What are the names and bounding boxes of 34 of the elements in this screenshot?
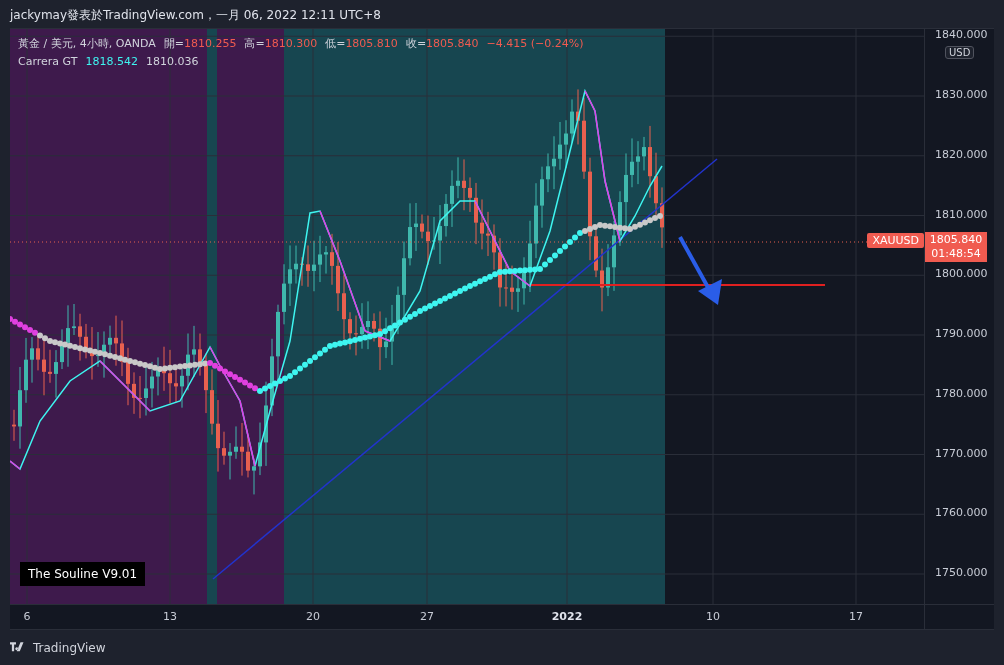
- price-label: 1750.000: [935, 566, 988, 579]
- symbol-tag: XAUUSD: [867, 233, 924, 248]
- price-label: 1790.000: [935, 327, 988, 340]
- price-label: 1830.000: [935, 88, 988, 101]
- date-label: 2022: [551, 610, 583, 623]
- publisher-header: jackymay發表於TradingView.com，一月 06, 2022 12:11 UTC+8: [8, 7, 382, 24]
- date-label: 20: [306, 610, 320, 623]
- price-label: 1800.000: [935, 267, 988, 281]
- price-change: −4.415 (−0.24%): [486, 36, 584, 52]
- currency-label[interactable]: USD: [945, 46, 975, 59]
- symbol-label: 黃金 / 美元, 4小時, OANDA: [18, 36, 156, 52]
- date-label: 6: [23, 610, 31, 623]
- ohlc-value: 低=1805.810: [325, 36, 398, 52]
- price-label: 1810.000: [935, 207, 988, 221]
- price-label: 1820.000: [935, 147, 988, 161]
- ohlc-value: 開=1810.255: [163, 36, 237, 52]
- brand-name: TradingView: [33, 640, 106, 655]
- date-label: 10: [706, 610, 720, 623]
- price-label: 1780.000: [935, 386, 988, 400]
- price-label: 1770.000: [935, 446, 988, 460]
- price-label: 1760.000: [935, 506, 988, 520]
- indicator-name: Carrera GT: [18, 54, 78, 70]
- price-label: 1840.000: [935, 28, 988, 42]
- ohlc-value: 收=1805.840: [405, 36, 479, 52]
- bar-countdown: 01:48:54: [931, 247, 981, 261]
- date-label: 17: [849, 610, 863, 623]
- last-price: 1805.840: [929, 233, 983, 247]
- indicator-value: 1810.036: [145, 54, 199, 70]
- date-label: 27: [420, 610, 434, 623]
- indicator-value: 1818.542: [85, 54, 138, 70]
- ohlc-value: 高=1810.300: [244, 36, 318, 52]
- date-label: 13: [163, 610, 177, 623]
- chart-caption: The Souline V9.01: [20, 562, 146, 586]
- down-arrow-drawing: [678, 236, 722, 305]
